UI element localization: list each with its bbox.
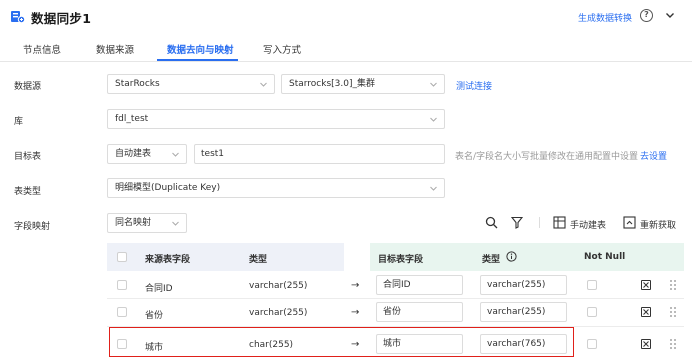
datasource-connection-value: Starrocks[3.0]_集群 bbox=[289, 79, 375, 89]
database-select[interactable]: fdl_test bbox=[107, 109, 445, 129]
chevron-down-icon bbox=[260, 82, 267, 87]
delete-row-icon[interactable] bbox=[641, 307, 651, 317]
manual-create-table-button[interactable]: 手动建表 bbox=[570, 218, 606, 231]
data-sync-icon bbox=[11, 11, 25, 24]
not-null-checkbox[interactable] bbox=[587, 339, 597, 349]
page-title: 数据同步1 bbox=[31, 11, 92, 26]
tab-bar: 节点信息 数据来源 数据去向与映射 写入方式 bbox=[0, 34, 692, 62]
refresh-fields-button[interactable]: 重新获取 bbox=[640, 218, 676, 231]
select-all-checkbox[interactable] bbox=[117, 252, 127, 262]
chevron-down-icon bbox=[172, 221, 179, 226]
table-type-value: 明细模型(Duplicate Key) bbox=[115, 183, 221, 193]
info-icon[interactable] bbox=[506, 251, 517, 262]
row-checkbox[interactable] bbox=[117, 307, 127, 317]
delete-row-icon[interactable] bbox=[641, 339, 651, 349]
source-field-cell: 省份 bbox=[145, 311, 164, 321]
filter-icon[interactable] bbox=[511, 216, 523, 229]
not-null-header: Not Null bbox=[584, 252, 626, 262]
target-type-input[interactable]: varchar(255) bbox=[480, 275, 567, 295]
chevron-down-icon bbox=[430, 186, 437, 191]
row-divider bbox=[107, 298, 684, 299]
active-tab-indicator bbox=[157, 59, 238, 61]
not-null-checkbox[interactable] bbox=[587, 280, 597, 290]
row-checkbox[interactable] bbox=[117, 280, 127, 290]
highlight-annotation-box bbox=[109, 327, 574, 357]
chevron-down-icon bbox=[430, 82, 437, 87]
target-field-header: 目标表字段 bbox=[378, 255, 424, 265]
mapping-arrow: → bbox=[351, 307, 360, 318]
target-header: 目标表字段 类型 Not Null bbox=[370, 243, 684, 271]
source-type-cell: varchar(255) bbox=[249, 281, 308, 291]
search-icon[interactable] bbox=[485, 216, 498, 229]
table-create-mode-value: 自动建表 bbox=[115, 149, 152, 159]
source-field-cell: 合同ID bbox=[145, 284, 173, 294]
mapping-arrow: → bbox=[351, 280, 360, 291]
chevron-down-icon[interactable] bbox=[663, 8, 677, 22]
datasource-type-select[interactable]: StarRocks bbox=[107, 74, 275, 94]
help-icon[interactable]: ? bbox=[640, 9, 653, 22]
field-mapping-mode-select[interactable]: 同名映射 bbox=[107, 213, 187, 233]
table-create-mode-select[interactable]: 自动建表 bbox=[107, 144, 187, 164]
source-type-cell: varchar(255) bbox=[249, 308, 308, 318]
tab-node-info[interactable]: 节点信息 bbox=[23, 42, 61, 56]
target-field-input[interactable]: 省份 bbox=[376, 302, 463, 322]
target-type-input[interactable]: varchar(255) bbox=[480, 302, 567, 322]
database-label: 库 bbox=[14, 117, 24, 127]
drag-handle-icon[interactable] bbox=[669, 279, 677, 291]
tab-data-source[interactable]: 数据来源 bbox=[96, 42, 134, 56]
field-mapping-label: 字段映射 bbox=[14, 222, 51, 232]
datasource-type-value: StarRocks bbox=[115, 79, 160, 89]
table-add-icon[interactable] bbox=[553, 216, 566, 229]
table-type-select[interactable]: 明细模型(Duplicate Key) bbox=[107, 178, 445, 198]
test-connection-link[interactable]: 测试连接 bbox=[456, 79, 492, 92]
database-value: fdl_test bbox=[115, 114, 149, 124]
table-type-label: 表类型 bbox=[14, 187, 42, 197]
field-mapping-mode-value: 同名映射 bbox=[115, 218, 152, 228]
generate-data-transform-link[interactable]: 生成数据转换 bbox=[578, 11, 632, 24]
chevron-down-icon bbox=[172, 152, 179, 157]
tab-destination-mapping[interactable]: 数据去向与映射 bbox=[167, 42, 234, 56]
datasource-connection-select[interactable]: Starrocks[3.0]_集群 bbox=[281, 74, 445, 94]
target-table-name-input[interactable]: test1 bbox=[194, 144, 445, 164]
drag-handle-icon[interactable] bbox=[669, 338, 677, 350]
refresh-icon[interactable] bbox=[623, 216, 636, 229]
go-settings-link[interactable]: 去设置 bbox=[640, 149, 667, 162]
not-null-checkbox[interactable] bbox=[587, 307, 597, 317]
target-type-header: 类型 bbox=[482, 255, 501, 265]
source-field-header: 来源表字段 bbox=[145, 255, 191, 265]
toolbar-divider bbox=[539, 217, 540, 228]
datasource-label: 数据源 bbox=[14, 82, 42, 92]
delete-row-icon[interactable] bbox=[641, 280, 651, 290]
case-setting-hint: 表名/字段名大小写批量修改在通用配置中设置 bbox=[455, 152, 639, 162]
tab-write-mode[interactable]: 写入方式 bbox=[263, 42, 301, 56]
target-field-input[interactable]: 合同ID bbox=[376, 275, 463, 295]
drag-handle-icon[interactable] bbox=[669, 306, 677, 318]
source-type-header: 类型 bbox=[249, 255, 268, 265]
source-header: 来源表字段 类型 bbox=[107, 243, 344, 271]
target-table-label: 目标表 bbox=[14, 152, 42, 162]
chevron-down-icon bbox=[430, 117, 437, 122]
